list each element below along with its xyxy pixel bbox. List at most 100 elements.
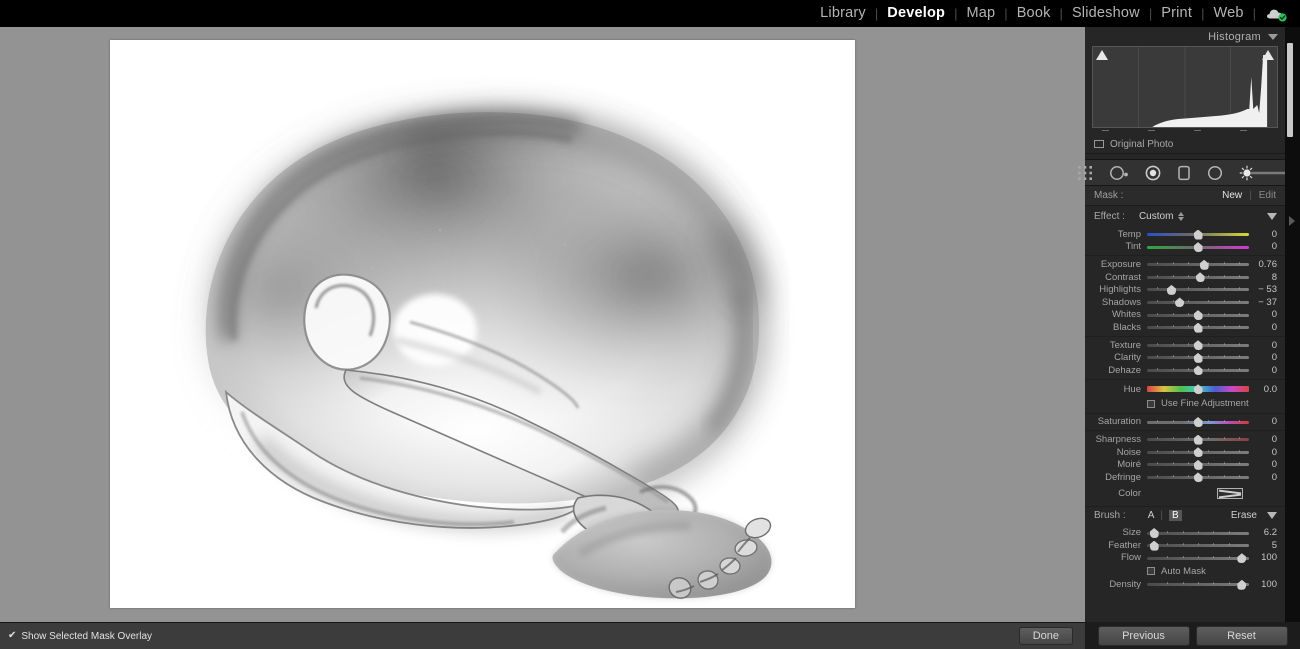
module-slideshow[interactable]: Slideshow (1063, 0, 1149, 27)
slider-handle[interactable] (1193, 447, 1203, 458)
checkbox-icon[interactable] (1147, 567, 1155, 576)
effect-stepper-icon[interactable] (1178, 211, 1185, 221)
slider-handle[interactable] (1193, 322, 1203, 333)
slider-saturation[interactable]: Saturation 0 (1085, 416, 1285, 429)
slider-handle[interactable] (1199, 259, 1209, 270)
slider-value[interactable]: 0 (1249, 309, 1277, 320)
slider-value[interactable]: 5 (1249, 540, 1277, 551)
previous-button[interactable]: Previous (1097, 625, 1190, 646)
effect-value[interactable]: Custom (1139, 211, 1173, 222)
slider-value[interactable]: 8 (1249, 272, 1277, 283)
slider-dehaze[interactable]: Dehaze 0 (1085, 364, 1285, 377)
slider-whites[interactable]: Whites 0 (1085, 309, 1285, 322)
auto-mask-row[interactable]: Auto Mask (1085, 564, 1285, 578)
slider-handle[interactable] (1149, 540, 1159, 551)
effect-collapse-icon[interactable] (1267, 212, 1277, 220)
color-swatch-none[interactable] (1217, 488, 1243, 499)
slider-handle[interactable] (1149, 528, 1159, 538)
done-button[interactable]: Done (1018, 627, 1073, 645)
slider-exposure[interactable]: Exposure 0.76 (1085, 258, 1285, 271)
slider-value[interactable]: 100 (1249, 579, 1277, 590)
photo-image[interactable] (110, 40, 855, 608)
slider-value[interactable]: 0.76 (1249, 259, 1278, 270)
slider-value[interactable]: 0 (1249, 340, 1277, 351)
chevron-down-icon[interactable] (1268, 33, 1278, 40)
color-row[interactable]: Color (1085, 484, 1285, 504)
slider-value[interactable]: 0 (1249, 472, 1277, 483)
slider-handle[interactable] (1193, 242, 1203, 253)
module-print[interactable]: Print (1152, 0, 1201, 27)
photo-canvas[interactable] (0, 27, 1085, 622)
original-photo-toggle[interactable]: Original Photo (1085, 135, 1285, 154)
slider-noise[interactable]: Noise 0 (1085, 446, 1285, 459)
mask-edit-button[interactable]: Edit (1259, 190, 1276, 201)
slider-contrast[interactable]: Contrast 8 (1085, 271, 1285, 284)
slider-defringe[interactable]: Defringe 0 (1085, 471, 1285, 484)
slider-handle[interactable] (1193, 365, 1203, 376)
slider-temp[interactable]: Temp 0 (1085, 228, 1285, 241)
slider-value[interactable]: 0 (1249, 365, 1277, 376)
show-mask-overlay-toggle[interactable]: ✔ Show Selected Mask Overlay (8, 631, 152, 642)
radial-filter-tool[interactable] (1207, 165, 1223, 181)
module-library[interactable]: Library (811, 0, 875, 27)
slider-handle[interactable] (1166, 284, 1176, 295)
red-eye-tool[interactable] (1145, 165, 1161, 181)
slider-value[interactable]: 6.2 (1249, 527, 1277, 538)
slider-handle[interactable] (1193, 472, 1203, 483)
mask-new-button[interactable]: New (1222, 190, 1242, 201)
slider-tint[interactable]: Tint 0 (1085, 241, 1285, 254)
checkbox-icon[interactable] (1147, 399, 1155, 408)
brush-b-button[interactable]: B (1168, 510, 1182, 521)
cloud-sync-check-icon[interactable] (1266, 6, 1288, 22)
slider-shadows[interactable]: Shadows − 37 (1085, 296, 1285, 309)
slider-value[interactable]: 0 (1249, 434, 1277, 445)
module-develop[interactable]: Develop (878, 0, 954, 27)
slider-value[interactable]: − 37 (1249, 297, 1277, 308)
brush-a-button[interactable]: A (1148, 510, 1155, 521)
slider-sharpness[interactable]: Sharpness 0 (1085, 433, 1285, 446)
slider-flow[interactable]: Flow 100 (1085, 552, 1285, 565)
slider-value[interactable]: 0 (1249, 322, 1277, 333)
slider-value[interactable]: 0 (1249, 447, 1277, 458)
slider-handle[interactable] (1193, 310, 1203, 321)
slider-hue[interactable]: Hue 0.0 (1085, 382, 1285, 397)
module-web[interactable]: Web (1204, 0, 1252, 27)
module-book[interactable]: Book (1008, 0, 1060, 27)
slider-handle[interactable] (1237, 553, 1247, 564)
slider-handle[interactable] (1193, 417, 1203, 428)
slider-value[interactable]: 0 (1249, 416, 1277, 427)
slider-handle[interactable] (1193, 459, 1203, 470)
slider-handle[interactable] (1175, 297, 1185, 308)
slider-handle[interactable] (1193, 229, 1203, 240)
graduated-filter-tool[interactable] (1177, 165, 1191, 181)
slider-moire[interactable]: Moiré 0 (1085, 458, 1285, 471)
slider-handle[interactable] (1193, 340, 1203, 351)
brush-collapse-icon[interactable] (1267, 512, 1277, 519)
panel-scrollbar-thumb[interactable] (1287, 43, 1293, 137)
slider-handle[interactable] (1195, 272, 1205, 283)
slider-density[interactable]: Density 100 (1085, 578, 1285, 591)
shadow-clipping-indicator[interactable] (1096, 50, 1108, 60)
crop-overlay-tool[interactable] (1077, 165, 1093, 181)
slider-value[interactable]: 0 (1249, 352, 1277, 363)
slider-value[interactable]: 0 (1249, 229, 1277, 240)
histogram-header[interactable]: Histogram (1085, 27, 1285, 46)
slider-value[interactable]: − 53 (1249, 284, 1277, 295)
slider-value[interactable]: 0.0 (1249, 384, 1277, 395)
spot-removal-tool[interactable] (1109, 165, 1129, 181)
slider-size[interactable]: Size 6.2 (1085, 527, 1285, 540)
slider-feather[interactable]: Feather 5 (1085, 539, 1285, 552)
slider-texture[interactable]: Texture 0 (1085, 339, 1285, 352)
slider-highlights[interactable]: Highlights − 53 (1085, 283, 1285, 296)
slider-clarity[interactable]: Clarity 0 (1085, 351, 1285, 364)
slider-value[interactable]: 0 (1249, 459, 1277, 470)
slider-value[interactable]: 0 (1249, 241, 1277, 252)
module-map[interactable]: Map (957, 0, 1004, 27)
panel-collapse-arrow-icon[interactable] (1289, 216, 1295, 226)
use-fine-adjustment-row[interactable]: Use Fine Adjustment (1085, 397, 1285, 411)
brush-erase-button[interactable]: Erase (1231, 510, 1257, 521)
slider-value[interactable]: 100 (1249, 552, 1277, 563)
highlight-clipping-indicator[interactable] (1262, 50, 1274, 60)
slider-handle[interactable] (1193, 352, 1203, 363)
slider-handle[interactable] (1193, 434, 1203, 445)
